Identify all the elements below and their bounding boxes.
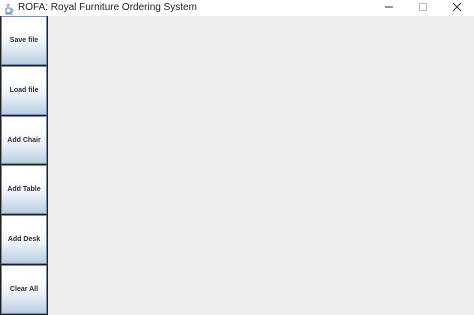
add-table-button[interactable]: Add Table xyxy=(1,165,47,215)
add-chair-button[interactable]: Add Chair xyxy=(1,115,47,165)
maximize-button[interactable] xyxy=(406,0,440,16)
minimize-icon xyxy=(384,0,394,17)
close-button[interactable] xyxy=(440,0,474,16)
maximize-icon xyxy=(418,0,428,17)
drawing-canvas[interactable] xyxy=(48,16,474,315)
window-title: ROFA: Royal Furniture Ordering System xyxy=(18,2,197,13)
clear-all-button[interactable]: Clear All xyxy=(1,265,47,314)
window-controls xyxy=(372,0,474,16)
close-icon xyxy=(452,0,462,17)
load-file-button[interactable]: Load file xyxy=(1,65,47,115)
save-file-button[interactable]: Save file xyxy=(1,16,47,65)
minimize-button[interactable] xyxy=(372,0,406,16)
main-content: Save file Load file Add Chair Add Table … xyxy=(0,16,474,315)
add-desk-button[interactable]: Add Desk xyxy=(1,215,47,265)
java-cup-icon xyxy=(3,2,15,15)
title-bar[interactable]: ROFA: Royal Furniture Ordering System xyxy=(0,0,474,16)
button-toolbar: Save file Load file Add Chair Add Table … xyxy=(0,16,48,315)
app-window: ROFA: Royal Furniture Ordering System Sa… xyxy=(0,0,474,315)
